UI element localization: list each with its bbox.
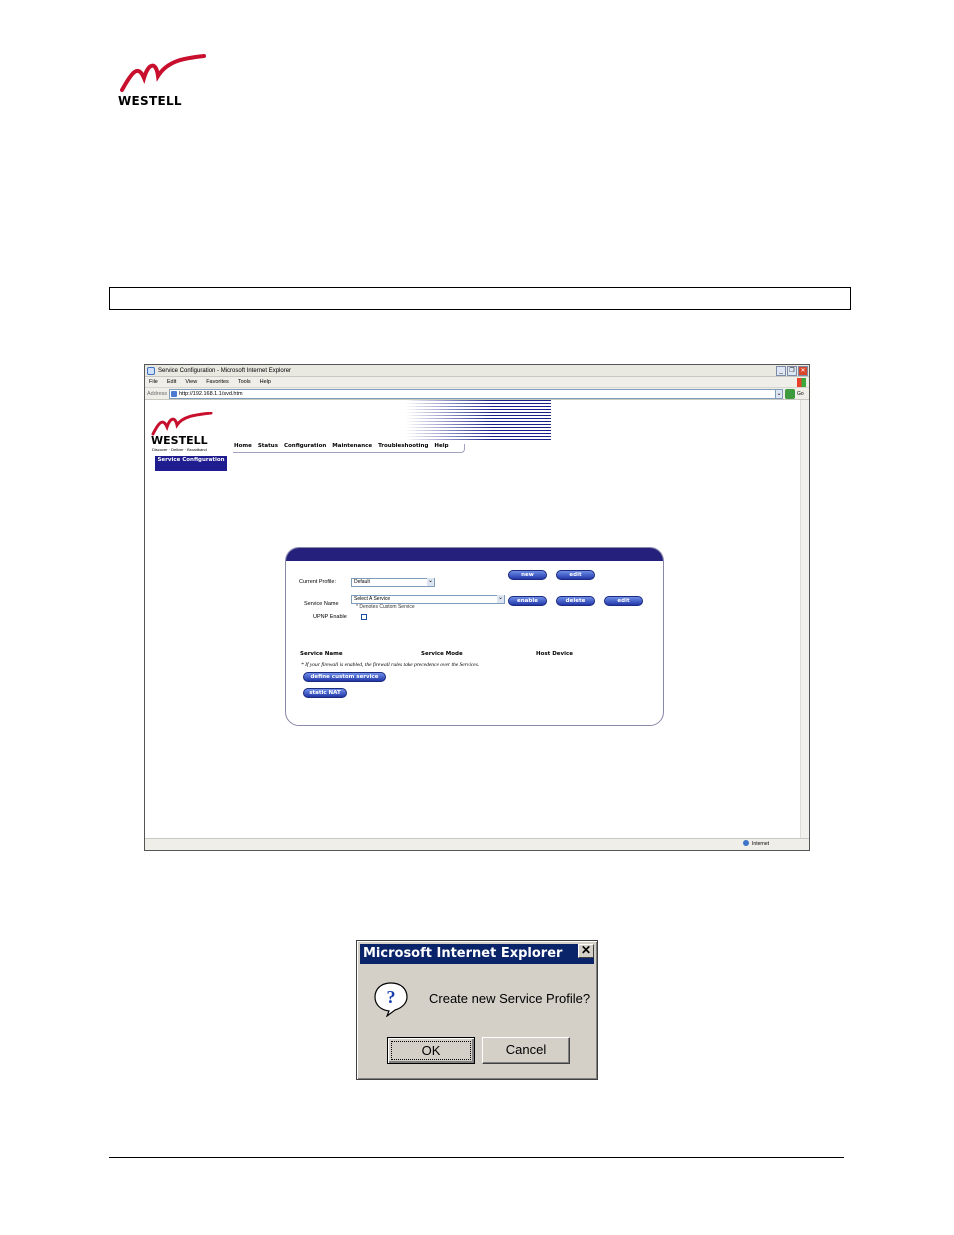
- svg-text:?: ?: [387, 987, 396, 1007]
- ok-button[interactable]: OK: [387, 1037, 475, 1064]
- edit-service-button[interactable]: edit: [604, 596, 643, 606]
- current-profile-select[interactable]: Default: [351, 578, 435, 587]
- browser-titlebar: Service Configuration - Microsoft Intern…: [145, 365, 809, 377]
- go-button[interactable]: Go: [797, 388, 804, 400]
- site-tagline: Discover · Deliver · Broadband: [152, 447, 207, 452]
- menu-favorites[interactable]: Favorites: [206, 377, 229, 387]
- current-profile-label: Current Profile:: [299, 579, 336, 585]
- close-window-icon[interactable]: ✕: [798, 366, 808, 376]
- dialog-message: Create new Service Profile?: [429, 991, 591, 1006]
- page-brand-text: WESTELL: [118, 94, 182, 108]
- browser-statusbar: Internet: [145, 838, 809, 850]
- service-name-select[interactable]: Select A Service: [351, 595, 505, 604]
- browser-window: Service Configuration - Microsoft Intern…: [144, 364, 810, 851]
- nav-maintenance[interactable]: Maintenance: [332, 443, 372, 449]
- site-brand-text: WESTELL: [151, 434, 208, 447]
- static-nat-button[interactable]: static NAT: [303, 688, 347, 698]
- service-config-panel: Current Profile: Default new edit Servic…: [285, 547, 664, 726]
- address-input[interactable]: http://192.168.1.1/svd.htm: [169, 389, 783, 399]
- enable-service-button[interactable]: enable: [508, 596, 547, 606]
- close-icon[interactable]: ✕: [578, 944, 594, 958]
- westell-site-logo[interactable]: WESTELL Discover · Deliver · Broadband: [149, 411, 223, 452]
- menu-tools[interactable]: Tools: [238, 377, 251, 387]
- confirm-dialog: Microsoft Internet Explorer ✕ ? Create n…: [356, 940, 598, 1080]
- windows-logo-icon: [797, 378, 806, 387]
- address-bar: Address http://192.168.1.1/svd.htm ⌄ Go: [145, 388, 809, 400]
- menu-file[interactable]: File: [149, 377, 158, 387]
- upnp-enable-label: UPNP Enable: [313, 614, 347, 620]
- westell-swoosh-icon: [120, 54, 206, 92]
- nav-status[interactable]: Status: [258, 443, 278, 449]
- nav-troubleshooting[interactable]: Troubleshooting: [378, 443, 428, 449]
- nav-home[interactable]: Home: [234, 443, 252, 449]
- menu-help[interactable]: Help: [260, 377, 271, 387]
- col-host-device: Host Device: [536, 651, 573, 657]
- cancel-button[interactable]: Cancel: [482, 1037, 570, 1064]
- dialog-title: Microsoft Internet Explorer: [360, 944, 594, 964]
- go-arrow-icon[interactable]: [785, 389, 795, 399]
- minimize-icon[interactable]: _: [776, 366, 786, 376]
- status-zone: Internet: [743, 839, 769, 850]
- col-service-name: Service Name: [300, 651, 343, 657]
- address-dropdown-icon[interactable]: ⌄: [775, 389, 783, 399]
- nav-configuration[interactable]: Configuration: [284, 443, 326, 449]
- define-custom-service-button[interactable]: define custom service: [303, 672, 386, 682]
- page-viewport: WESTELL Discover · Deliver · Broadband H…: [145, 400, 801, 840]
- restore-icon[interactable]: ❐: [787, 366, 797, 376]
- panel-header: [286, 548, 663, 561]
- browser-menubar: File Edit View Favorites Tools Help: [145, 377, 809, 388]
- menu-view[interactable]: View: [185, 377, 197, 387]
- menu-edit[interactable]: Edit: [167, 377, 176, 387]
- ok-button-label: OK: [391, 1041, 471, 1060]
- address-label: Address: [147, 391, 168, 397]
- browser-title: Service Configuration - Microsoft Intern…: [158, 368, 292, 374]
- vertical-scrollbar[interactable]: [800, 400, 809, 840]
- westell-page-logo: WESTELL: [118, 54, 208, 108]
- question-icon: ?: [374, 982, 408, 1017]
- service-name-label: Service Name: [304, 601, 339, 607]
- firewall-note: * If your firewall is enabled, the firew…: [301, 662, 480, 668]
- footer-rule: [109, 1157, 844, 1158]
- custom-service-hint: * Denotes Custom Service: [356, 604, 415, 610]
- note-box: [109, 287, 851, 310]
- westell-swoosh-icon: [151, 411, 213, 436]
- delete-service-button[interactable]: delete: [556, 596, 595, 606]
- ie-icon: [147, 367, 155, 375]
- header-stripes-graphic: [405, 400, 551, 442]
- sidebar-item-service-configuration[interactable]: Service Configuration: [155, 456, 227, 471]
- nav-help[interactable]: Help: [434, 443, 448, 449]
- new-profile-button[interactable]: new: [508, 570, 547, 580]
- edit-profile-button[interactable]: edit: [556, 570, 595, 580]
- site-nav: Home Status Configuration Maintenance Tr…: [234, 443, 449, 449]
- col-service-mode: Service Mode: [421, 651, 463, 657]
- upnp-enable-checkbox[interactable]: [361, 614, 367, 620]
